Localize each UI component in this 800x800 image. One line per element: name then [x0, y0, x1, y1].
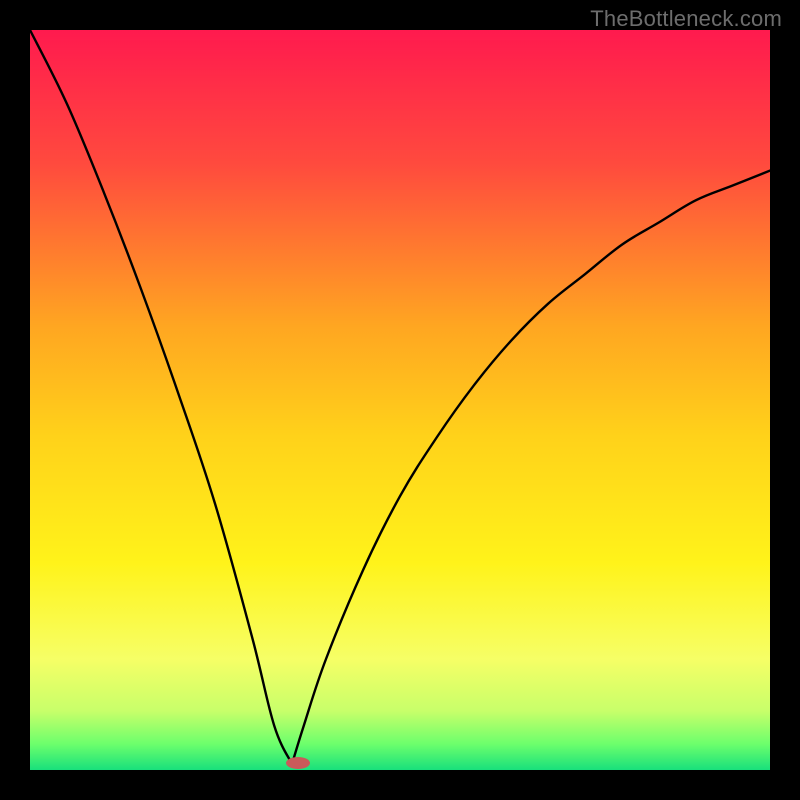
optimal-marker — [286, 757, 310, 769]
gradient-background — [30, 30, 770, 770]
plot-svg — [30, 30, 770, 770]
plot-area — [30, 30, 770, 770]
watermark-text: TheBottleneck.com — [590, 6, 782, 32]
chart-stage: TheBottleneck.com — [0, 0, 800, 800]
